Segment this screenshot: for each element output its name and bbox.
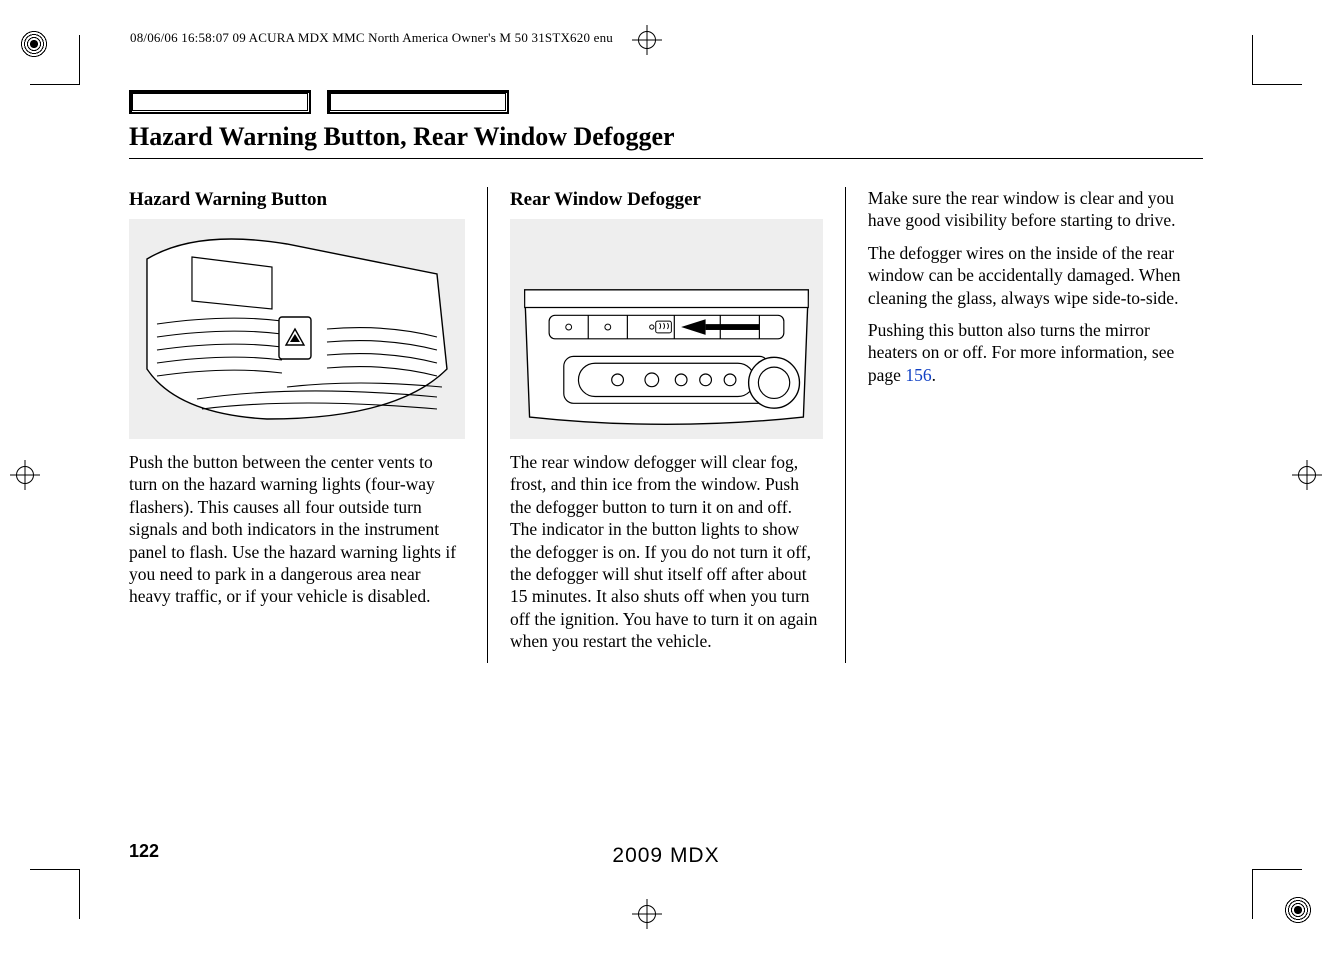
col3-para1: Make sure the rear window is clear and y… [868,187,1203,232]
registration-cross-icon [10,460,40,490]
col2-body: The rear window defogger will clear fog,… [510,451,823,653]
col3-body: Make sure the rear window is clear and y… [868,187,1203,386]
col3-para3-text-b: . [932,365,936,385]
title-rule [129,158,1203,159]
defogger-button-figure [510,219,823,439]
page-title: Hazard Warning Button, Rear Window Defog… [129,122,1203,152]
crop-mark-icon [1252,15,1322,85]
col1-body: Push the button between the center vents… [129,451,465,608]
registration-mark-icon [1284,896,1312,924]
column-3: Make sure the rear window is clear and y… [845,187,1203,663]
hazard-button-illustration-icon [129,219,465,439]
defogger-button-illustration-icon [510,219,823,439]
tab-placeholder [129,90,311,114]
col1-para1: Push the button between the center vents… [129,451,465,608]
page-reference-link[interactable]: 156 [905,365,931,385]
registration-cross-icon [1292,460,1322,490]
hazard-button-figure [129,219,465,439]
column-2: Rear Window Defogger [487,187,845,663]
columns: Hazard Warning Button [129,187,1203,663]
col3-para3: Pushing this button also turns the mirro… [868,319,1203,386]
print-meta-line: 08/06/06 16:58:07 09 ACURA MDX MMC North… [130,30,613,46]
col1-heading: Hazard Warning Button [129,189,465,211]
col2-para1: The rear window defogger will clear fog,… [510,451,823,653]
content-area: Hazard Warning Button, Rear Window Defog… [129,90,1203,884]
manual-page: 08/06/06 16:58:07 09 ACURA MDX MMC North… [0,0,1332,954]
registration-cross-icon [632,899,662,929]
registration-mark-icon [20,30,48,58]
col2-heading: Rear Window Defogger [510,189,823,211]
column-1: Hazard Warning Button [129,187,487,663]
tab-placeholder [327,90,509,114]
crop-mark-icon [10,869,80,939]
col3-para2: The defogger wires on the inside of the … [868,242,1203,309]
footer-model-label: 2009 MDX [0,844,1332,868]
registration-cross-icon [632,25,662,55]
section-tabs-placeholder [129,90,1203,114]
